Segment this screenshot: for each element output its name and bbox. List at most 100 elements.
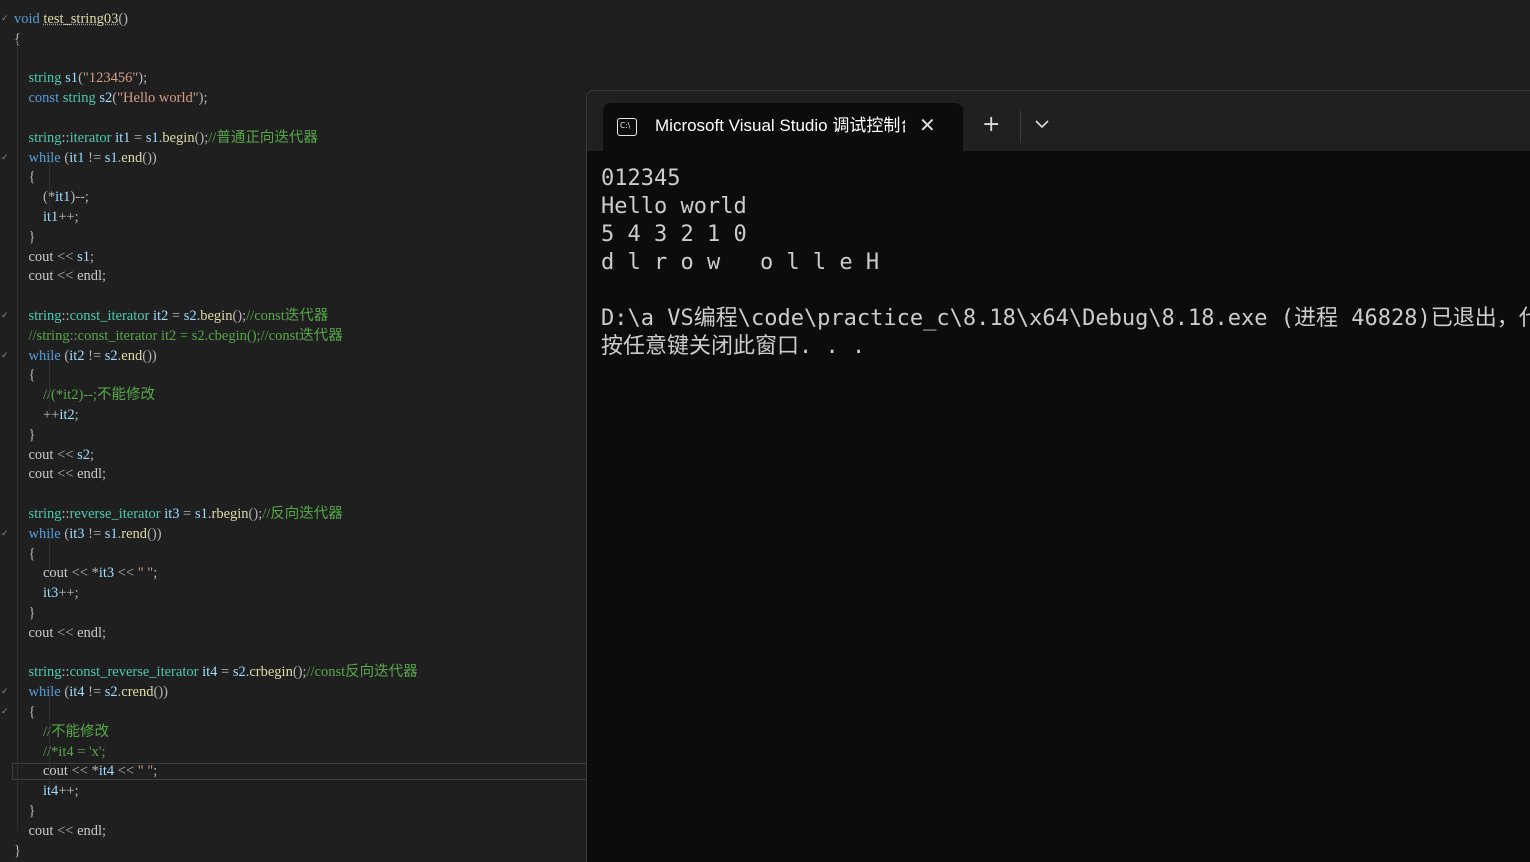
code-token: s1 <box>77 248 90 265</box>
code-token: it3 <box>43 585 59 602</box>
code-token: string <box>28 506 62 522</box>
code-token: != <box>88 684 102 701</box>
code-token: it4 <box>43 783 59 800</box>
code-token: cout <box>28 248 54 265</box>
code-token: != <box>88 149 102 166</box>
code-line: cout << s2; <box>14 446 95 466</box>
terminal-tab[interactable]: C:\ Microsoft Visual Studio 调试控制台 ✕ <box>603 103 963 151</box>
code-token: crbegin <box>249 664 293 681</box>
code-token: it2 <box>152 308 169 324</box>
code-token: } <box>28 803 36 819</box>
indent-guide <box>17 40 18 830</box>
code-token: { <box>28 367 36 384</box>
code-token: //反向迭代器 <box>262 506 343 522</box>
code-line: it1++; <box>14 208 79 228</box>
code-token: = <box>221 664 230 681</box>
code-token: s1 <box>104 525 118 542</box>
code-token: const <box>28 90 60 107</box>
code-token: )--; <box>70 189 89 206</box>
chevron-down-icon[interactable] <box>1031 113 1053 135</box>
code-token: ++; <box>58 585 79 602</box>
code-token: ++; <box>58 783 79 800</box>
code-token: string <box>28 70 62 87</box>
code-token: begin <box>162 129 195 146</box>
code-token: cout <box>28 624 54 641</box>
code-token: != <box>88 525 102 542</box>
close-icon[interactable]: ✕ <box>919 113 936 137</box>
fold-chevron-icon[interactable]: ✓ <box>1 14 9 24</box>
terminal-output-line: 5 4 3 2 1 0 <box>601 222 747 247</box>
new-tab-icon[interactable]: + <box>982 112 1000 138</box>
code-line: cout << endl; <box>14 465 107 485</box>
code-token: s1 <box>194 506 208 522</box>
tab-separator <box>1020 111 1021 143</box>
code-token: //string::const_iterator it2 = s2.cbegin… <box>28 327 343 344</box>
code-token: ; <box>153 565 158 582</box>
code-token: () <box>118 11 128 27</box>
code-token: void <box>14 11 40 27</box>
terminal-output-line: d l r o w o l l e H <box>601 250 880 275</box>
code-token: it1 <box>43 209 59 225</box>
code-token: * <box>91 565 99 582</box>
fold-chevron-icon[interactable]: ✓ <box>1 153 9 163</box>
fold-chevron-icon[interactable]: ✓ <box>1 311 9 321</box>
code-token: string <box>28 129 62 146</box>
code-token: string <box>62 90 96 107</box>
fold-chevron-icon[interactable]: ✓ <box>1 687 9 697</box>
code-token: cout <box>28 466 54 483</box>
code-line: //(*it2)--;不能修改 <box>14 386 155 406</box>
code-line: //不能修改 <box>14 723 109 743</box>
code-line: //string::const_iterator it2 = s2.cbegin… <box>14 327 343 347</box>
code-token: //普通正向迭代器 <box>208 129 318 146</box>
code-line: it3++; <box>14 584 79 604</box>
code-token: << <box>57 446 74 463</box>
code-line: //*it4 = 'x'; <box>14 743 106 763</box>
code-line: } <box>14 842 21 862</box>
terminal-output-line: Hello world <box>601 194 747 219</box>
code-token: reverse_iterator <box>69 506 161 522</box>
code-token: << <box>57 248 74 265</box>
code-line: while (it1 != s1.end()) <box>14 149 157 169</box>
code-token: ); <box>198 90 208 107</box>
code-token: :: <box>61 506 70 522</box>
code-token: cout <box>28 268 54 285</box>
code-line: string::const_iterator it2 = s2.begin();… <box>14 307 329 327</box>
code-line: (*it1)--; <box>14 188 89 208</box>
code-token: cout <box>43 565 68 582</box>
code-token: //*it4 = 'x'; <box>43 743 106 760</box>
terminal-window[interactable]: C:\ Microsoft Visual Studio 调试控制台 ✕ + 01… <box>586 90 1530 862</box>
fold-chevron-icon[interactable]: ✓ <box>1 351 9 361</box>
code-token: it1 <box>115 129 131 146</box>
code-token: s2 <box>104 347 118 364</box>
code-token: << <box>57 624 74 641</box>
code-token: it4 <box>69 684 85 701</box>
code-token: rbegin <box>211 506 249 522</box>
code-token: //(*it2)--;不能修改 <box>43 387 155 404</box>
code-token: s2 <box>77 446 90 463</box>
code-line: cout << endl; <box>14 624 107 644</box>
code-token: cout <box>28 446 54 463</box>
code-line: cout << endl; <box>14 267 107 287</box>
console-icon-label: C:\ <box>620 121 631 130</box>
code-token: } <box>28 605 36 621</box>
console-icon: C:\ <box>617 118 637 136</box>
code-token: it2 <box>59 407 75 423</box>
code-token: s1 <box>145 129 159 146</box>
code-token: //const反向迭代器 <box>306 664 418 681</box>
code-token: s2 <box>183 308 197 324</box>
code-token: while <box>28 525 61 542</box>
code-token: it3 <box>98 565 115 582</box>
fold-chevron-icon[interactable]: ✓ <box>1 529 9 539</box>
code-token: it1 <box>55 189 71 206</box>
code-token: while <box>28 684 61 701</box>
code-token: ()) <box>142 347 157 364</box>
code-token: it4 <box>202 664 218 681</box>
code-token: } <box>14 842 21 859</box>
code-token: ; <box>74 407 79 423</box>
code-token: crend <box>121 684 154 701</box>
fold-chevron-icon[interactable]: ✓ <box>1 707 9 717</box>
code-token: ++; <box>58 209 79 225</box>
